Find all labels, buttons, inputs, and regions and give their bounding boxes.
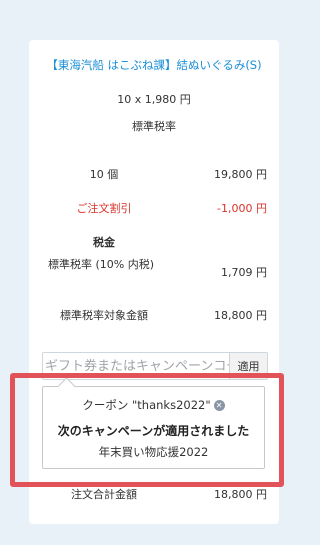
coupon-code-input[interactable] [43, 353, 229, 379]
coupon-code-group: 適用 [42, 352, 268, 380]
product-tax-rate: 標準税率 [132, 120, 176, 133]
applied-coupon-text: クーポン "thanks2022" [82, 398, 211, 412]
remove-coupon-icon[interactable]: ✕ [213, 400, 225, 411]
product-qty-price: 10 x 1,980 円 [117, 93, 191, 106]
taxable-label: 標準税率対象金額 [60, 309, 148, 322]
apply-coupon-button[interactable]: 適用 [229, 353, 267, 379]
tax-heading: 税金 [93, 236, 115, 249]
product-name-link[interactable]: 【東海汽船 はこぶね課】結ぬいぐるみ(S) [39, 57, 269, 74]
total-value: 18,800 円 [214, 488, 267, 501]
quantity-label: 10 個 [89, 168, 119, 181]
campaign-name: 年末買い物応援2022 [98, 445, 209, 459]
discount-label: ご注文割引 [76, 202, 132, 215]
applied-coupon-line: クーポン "thanks2022" ✕ [43, 397, 264, 413]
total-label: 注文合計金額 [71, 488, 137, 501]
campaign-applied-popup: クーポン "thanks2022" ✕ 次のキャンペーンが適用されました 年末買い… [42, 377, 265, 469]
campaign-applied-message: 次のキャンペーンが適用されました [57, 424, 250, 438]
tax-std-value: 1,709 円 [221, 266, 267, 279]
discount-value: -1,000 円 [217, 202, 267, 215]
quantity-value: 19,800 円 [214, 168, 267, 181]
tax-std-label: 標準税率 (10% 内税) [47, 258, 155, 271]
taxable-value: 18,800 円 [214, 309, 267, 322]
